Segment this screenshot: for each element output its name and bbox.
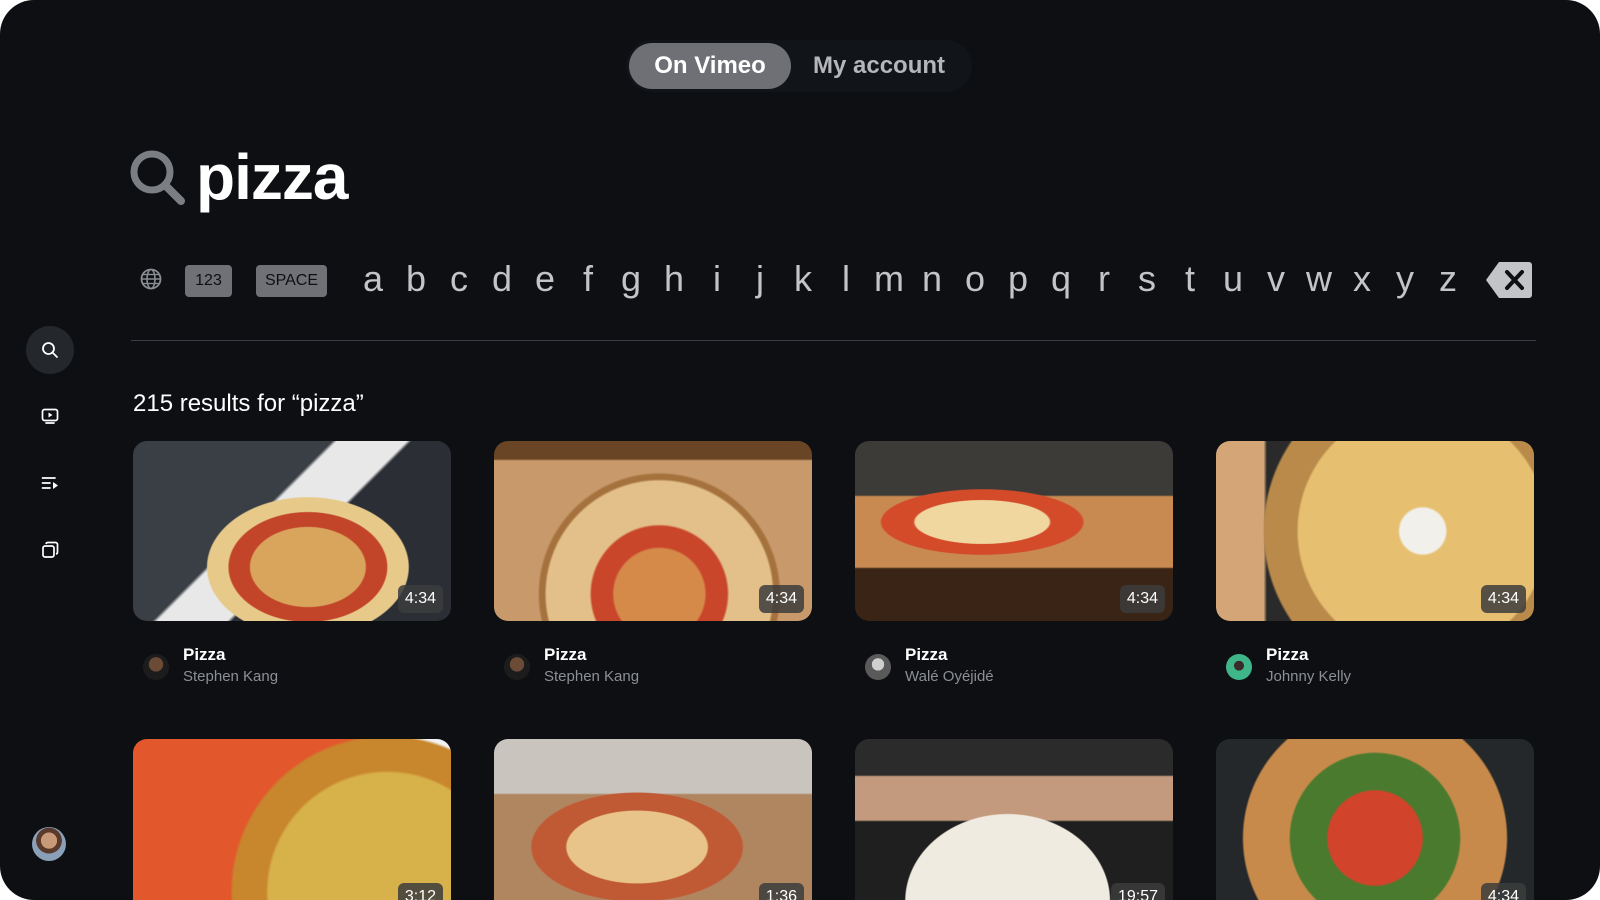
sidebar-item-playlists[interactable] (26, 459, 74, 507)
key-r[interactable]: r (1087, 258, 1121, 300)
key-m[interactable]: m (872, 258, 906, 300)
duration-badge: 3:12 (397, 883, 443, 900)
video-card[interactable]: 4:34 Pizza Walé Oyéjidé (855, 441, 1173, 691)
video-card[interactable]: 4:34 (1216, 739, 1534, 900)
key-t[interactable]: t (1173, 258, 1207, 300)
video-icon (41, 408, 59, 424)
globe-icon[interactable] (140, 268, 162, 290)
results-heading: 215 results for “pizza” (133, 390, 364, 417)
video-thumbnail[interactable]: 4:34 (1216, 739, 1534, 900)
key-f[interactable]: f (571, 258, 605, 300)
tab-bar: On Vimeo My account (626, 40, 972, 92)
video-author: Walé Oyéjidé (905, 668, 994, 685)
video-thumbnail[interactable]: 4:34 (855, 441, 1173, 621)
author-avatar (504, 654, 530, 680)
key-x[interactable]: x (1345, 258, 1379, 300)
key-s[interactable]: s (1130, 258, 1164, 300)
video-title[interactable]: Pizza (544, 645, 587, 665)
video-title[interactable]: Pizza (905, 645, 948, 665)
video-thumbnail[interactable]: 4:34 (494, 441, 812, 621)
screen: On Vimeo My account pizza 123 SPACE a b … (0, 0, 1600, 900)
video-author: Johnny Kelly (1266, 668, 1352, 685)
video-author: Stephen Kang (544, 668, 640, 685)
key-i[interactable]: i (700, 258, 734, 300)
library-icon (42, 541, 59, 558)
video-title[interactable]: Pizza (1266, 645, 1309, 665)
key-q[interactable]: q (1044, 258, 1078, 300)
search-query[interactable]: pizza (196, 140, 348, 214)
duration-badge: 4:34 (1480, 883, 1526, 900)
key-j[interactable]: j (743, 258, 777, 300)
playlist-icon (41, 477, 58, 489)
avatar[interactable] (32, 827, 66, 861)
video-card[interactable]: 4:34 Pizza Stephen Kang (494, 441, 812, 691)
duration-badge: 19:57 (1110, 883, 1165, 900)
search-icon (130, 150, 185, 205)
key-v[interactable]: v (1259, 258, 1293, 300)
video-thumbnail[interactable]: 4:34 (1216, 441, 1534, 621)
video-thumbnail[interactable]: 4:34 (133, 441, 451, 621)
video-card[interactable]: 1:36 (494, 739, 812, 900)
video-thumbnail[interactable]: 1:36 (494, 739, 812, 900)
video-thumbnail[interactable]: 3:12 (133, 739, 451, 900)
key-h[interactable]: h (657, 258, 691, 300)
key-space[interactable]: SPACE (256, 265, 327, 297)
key-n[interactable]: n (915, 258, 949, 300)
search-icon (42, 342, 58, 358)
sidebar-item-library[interactable] (26, 526, 74, 574)
key-123[interactable]: 123 (185, 265, 232, 297)
duration-badge: 4:34 (758, 585, 804, 613)
key-y[interactable]: y (1388, 258, 1422, 300)
tab-on-vimeo[interactable]: On Vimeo (629, 43, 791, 89)
key-w[interactable]: w (1302, 258, 1336, 300)
key-o[interactable]: o (958, 258, 992, 300)
key-a[interactable]: a (356, 258, 390, 300)
author-avatar (143, 654, 169, 680)
backspace-icon[interactable] (1485, 260, 1533, 300)
video-card[interactable]: 19:57 (855, 739, 1173, 900)
key-c[interactable]: c (442, 258, 476, 300)
key-b[interactable]: b (399, 258, 433, 300)
duration-badge: 4:34 (1119, 585, 1165, 613)
video-card[interactable]: 3:12 (133, 739, 451, 900)
duration-badge: 4:34 (397, 585, 443, 613)
author-avatar (1226, 654, 1252, 680)
sidebar-item-videos[interactable] (26, 392, 74, 440)
video-author: Stephen Kang (183, 668, 279, 685)
key-z[interactable]: z (1431, 258, 1465, 300)
tab-my-account[interactable]: My account (794, 43, 964, 89)
video-card[interactable]: 4:34 Pizza Johnny Kelly (1216, 441, 1534, 691)
video-card[interactable]: 4:34 Pizza Stephen Kang (133, 441, 451, 691)
on-screen-keyboard: 123 SPACE a b c d e f g h i j k l m n o … (136, 256, 1536, 306)
duration-badge: 4:34 (1480, 585, 1526, 613)
author-avatar (865, 654, 891, 680)
key-d[interactable]: d (485, 258, 519, 300)
video-thumbnail[interactable]: 19:57 (855, 739, 1173, 900)
key-e[interactable]: e (528, 258, 562, 300)
sidebar-item-search[interactable] (26, 326, 74, 374)
video-title[interactable]: Pizza (183, 645, 226, 665)
duration-badge: 1:36 (758, 883, 804, 900)
key-g[interactable]: g (614, 258, 648, 300)
key-l[interactable]: l (829, 258, 863, 300)
key-u[interactable]: u (1216, 258, 1250, 300)
divider (131, 340, 1536, 341)
key-p[interactable]: p (1001, 258, 1035, 300)
key-k[interactable]: k (786, 258, 820, 300)
